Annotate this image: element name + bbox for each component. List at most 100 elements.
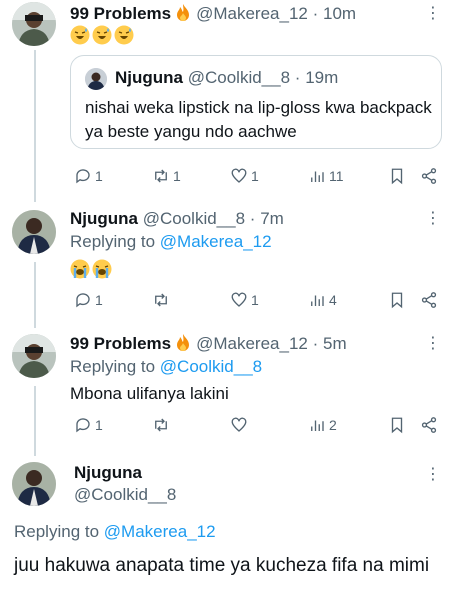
bookmark-button[interactable] [388, 165, 406, 187]
more-options-icon[interactable]: ⋮ [425, 467, 441, 483]
more-options-icon[interactable]: ⋮ [425, 6, 441, 22]
reply-count: 1 [95, 417, 103, 433]
views-button[interactable]: 11 [308, 165, 344, 187]
retweet-icon [155, 418, 167, 432]
replying-label: Replying to [70, 232, 156, 251]
avatar[interactable] [12, 462, 56, 506]
more-options-icon[interactable]: ⋮ [425, 336, 441, 352]
avatar-photo [12, 334, 56, 378]
avatar-photo [12, 462, 56, 506]
tweet-emojis [70, 25, 136, 45]
like-button[interactable]: 1 [230, 289, 259, 311]
quote-timestamp: 19m [305, 68, 339, 87]
heart-icon [231, 292, 247, 307]
username-handle[interactable]: @Makerea_12 [196, 334, 308, 353]
reply-button[interactable]: 1 [74, 414, 103, 436]
share-icon [421, 168, 437, 184]
avatar-photo [85, 68, 107, 90]
focused-handle-row: @Coolkid__8 [74, 484, 176, 506]
tweet-emojis [70, 259, 114, 279]
mention-link[interactable]: @Coolkid__8 [160, 357, 262, 376]
replying-label: Replying to [70, 357, 156, 376]
tweet-text: juu hakuwa anapata time ya kucheza fifa … [14, 555, 430, 576]
views-button[interactable]: 2 [308, 414, 337, 436]
share-icon [421, 292, 437, 308]
bookmark-icon [391, 417, 403, 434]
separator-dot: · [312, 334, 319, 353]
more-options-icon[interactable]: ⋮ [425, 211, 441, 227]
like-button[interactable] [230, 414, 251, 436]
display-name[interactable]: Njuguna [74, 463, 142, 482]
quote-display-name: Njuguna [115, 68, 183, 87]
avatar-photo [12, 2, 56, 46]
timestamp[interactable]: 7m [260, 209, 284, 228]
views-button[interactable]: 4 [308, 289, 337, 311]
bookmark-icon [391, 168, 403, 185]
replying-to: Replying to @Coolkid__8 [70, 357, 262, 377]
views-icon [311, 171, 324, 182]
share-button[interactable] [420, 414, 438, 436]
reply-count: 1 [95, 292, 103, 308]
tweet-actions: 1 1 1 11 [70, 165, 442, 187]
replying-to: Replying to @Makerea_12 [70, 232, 272, 252]
share-button[interactable] [420, 165, 438, 187]
replying-label: Replying to [14, 522, 100, 541]
quote-header: Njuguna @Coolkid__8 · 19m [115, 68, 338, 88]
quote-handle: @Coolkid__8 [187, 68, 291, 87]
fire-emoji [177, 334, 190, 351]
view-count: 4 [329, 292, 337, 308]
avatar[interactable] [12, 334, 56, 378]
display-name[interactable]: 99 Problems [70, 334, 171, 353]
thread-line [34, 50, 36, 202]
retweet-button[interactable]: 1 [152, 165, 181, 187]
avatar[interactable] [12, 210, 56, 254]
display-name[interactable]: 99 Problems [70, 4, 171, 23]
bookmark-button[interactable] [388, 414, 406, 436]
reply-icon [76, 293, 90, 308]
heart-icon [231, 417, 247, 432]
views-icon [311, 420, 324, 431]
reply-button[interactable]: 1 [74, 165, 103, 187]
avatar[interactable] [12, 2, 56, 46]
grinning-sweat-emoji [114, 25, 134, 45]
username-handle[interactable]: @Coolkid__8 [74, 485, 176, 504]
focused-name: Njuguna [74, 462, 142, 484]
views-icon [311, 295, 324, 306]
timestamp[interactable]: 10m [323, 4, 356, 23]
tweet-text: Mbona ulifanya lakini [70, 384, 229, 403]
replying-to: Replying to @Makerea_12 [14, 522, 216, 542]
mention-link[interactable]: @Makerea_12 [160, 232, 272, 251]
like-count: 1 [251, 168, 259, 184]
quoted-tweet[interactable]: Njuguna @Coolkid__8 · 19m nishai weka li… [70, 55, 442, 149]
reply-button[interactable]: 1 [74, 289, 103, 311]
separator-dot: · [249, 209, 256, 228]
timestamp[interactable]: 5m [323, 334, 347, 353]
grinning-sweat-emoji [70, 25, 90, 45]
username-handle[interactable]: @Makerea_12 [196, 4, 308, 23]
retweet-button[interactable] [152, 289, 173, 311]
tweet-header: 99 Problems @Makerea_12 · 10m [70, 3, 356, 25]
like-button[interactable]: 1 [230, 165, 259, 187]
thread-line [34, 386, 36, 456]
loudly-crying-emoji [92, 259, 112, 279]
reply-icon [76, 169, 90, 184]
retweet-button[interactable] [152, 414, 173, 436]
view-count: 11 [329, 168, 344, 184]
separator-dot: · [294, 68, 301, 87]
like-count: 1 [251, 292, 259, 308]
heart-icon [231, 168, 247, 183]
tweet-header: Njuguna @Coolkid__8 · 7m [70, 208, 284, 230]
tweet-actions: 1 2 [70, 414, 442, 436]
share-button[interactable] [420, 289, 438, 311]
view-count: 2 [329, 417, 337, 433]
fire-emoji [177, 4, 190, 21]
reply-icon [76, 418, 90, 433]
avatar-photo [12, 210, 56, 254]
tweet-header: 99 Problems @Makerea_12 · 5m [70, 333, 347, 355]
display-name[interactable]: Njuguna [70, 209, 138, 228]
username-handle[interactable]: @Coolkid__8 [143, 209, 245, 228]
mention-link[interactable]: @Makerea_12 [104, 522, 216, 541]
quote-text: nishai weka lipstick na lip-gloss kwa ba… [85, 98, 432, 141]
bookmark-button[interactable] [388, 289, 406, 311]
grinning-sweat-emoji [92, 25, 112, 45]
